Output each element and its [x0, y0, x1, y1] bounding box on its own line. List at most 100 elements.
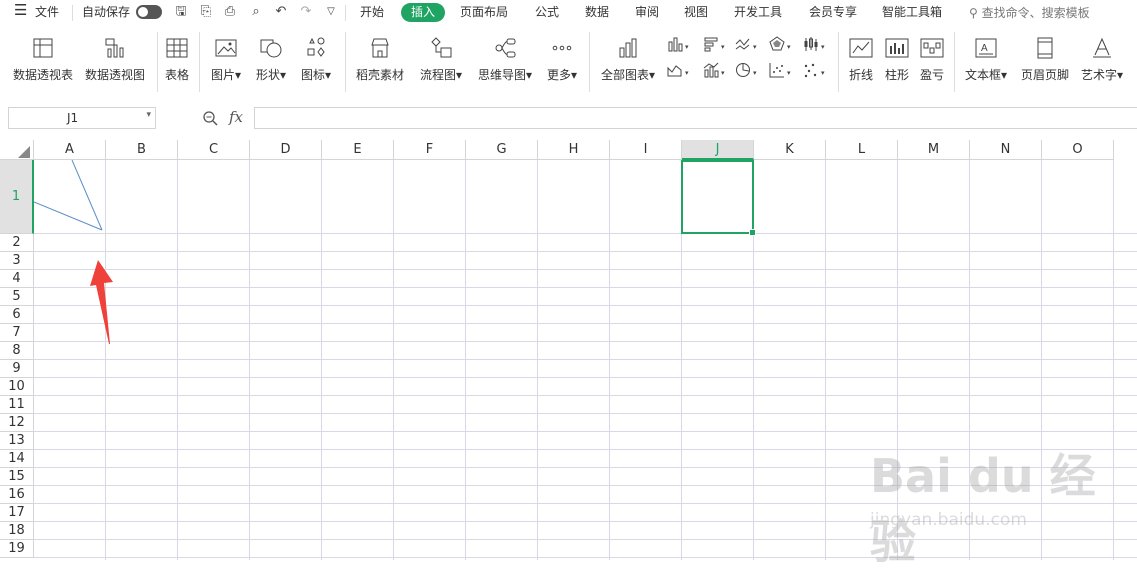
print-preview-icon[interactable]: ⌕	[248, 3, 264, 21]
row-header-13[interactable]: 13	[0, 432, 34, 450]
bubble-chart-icon[interactable]: ▾	[803, 62, 827, 78]
column-header-b[interactable]: B	[106, 140, 178, 160]
row-header-9[interactable]: 9	[0, 360, 34, 378]
row-header-11[interactable]: 11	[0, 396, 34, 414]
more-button[interactable]: 更多▾	[543, 36, 581, 83]
tab-insert[interactable]: 插入	[401, 3, 445, 22]
more-label: 更多▾	[546, 68, 578, 82]
redo-icon[interactable]: ↷	[298, 3, 314, 21]
column-header-l[interactable]: L	[826, 140, 898, 160]
column-header-h[interactable]: H	[538, 140, 610, 160]
row-header-18[interactable]: 18	[0, 522, 34, 540]
flowchart-button[interactable]: 流程图▾	[416, 36, 466, 83]
formula-input[interactable]	[254, 107, 1137, 129]
tab-review[interactable]: 审阅	[635, 4, 659, 20]
sparkline-column-icon	[885, 38, 909, 58]
row-header-10[interactable]: 10	[0, 378, 34, 396]
bar-chart-h-icon[interactable]: ▾	[703, 36, 727, 52]
row-header-3[interactable]: 3	[0, 252, 34, 270]
menu-icon[interactable]: ☰	[14, 2, 27, 18]
format-painter-icon[interactable]: ⎘	[198, 3, 214, 21]
column-header-e[interactable]: E	[322, 140, 394, 160]
mindmap-button[interactable]: 思维导图▾	[474, 36, 536, 83]
column-header-o[interactable]: O	[1042, 140, 1114, 160]
svg-text:A: A	[981, 43, 988, 54]
column-chart-icon[interactable]: ▾	[667, 36, 691, 52]
row-header-15[interactable]: 15	[0, 468, 34, 486]
row-gridline	[34, 233, 1137, 234]
tab-member[interactable]: 会员专享	[809, 4, 857, 20]
row-header-19[interactable]: 19	[0, 540, 34, 558]
tab-smart-toolbox[interactable]: 智能工具箱	[882, 4, 942, 20]
print-icon[interactable]: ⎙	[222, 3, 238, 21]
tab-view[interactable]: 视图	[684, 4, 708, 20]
column-header-a[interactable]: A	[34, 140, 106, 160]
column-header-m[interactable]: M	[898, 140, 970, 160]
tab-formulas[interactable]: 公式	[535, 4, 559, 20]
column-header-n[interactable]: N	[970, 140, 1042, 160]
row-header-4[interactable]: 4	[0, 270, 34, 288]
wordart-button[interactable]: 艺术字▾	[1078, 36, 1126, 83]
pie-chart-icon[interactable]: ▾	[735, 62, 759, 78]
textbox-icon: A	[975, 38, 997, 58]
column-header-g[interactable]: G	[466, 140, 538, 160]
row-header-12[interactable]: 12	[0, 414, 34, 432]
pivot-table-button[interactable]: 数据透视表	[10, 36, 76, 83]
ribbon: 数据透视表 数据透视图 表格 图片▾ 形状▾ 图标▾ 稻壳素材 流程图▾ 思维导…	[0, 26, 1137, 96]
icon-button[interactable]: 图标▾	[297, 36, 335, 83]
picture-button[interactable]: 图片▾	[207, 36, 245, 83]
svg-text:▾: ▾	[821, 69, 825, 77]
column-header-j[interactable]: J	[682, 140, 754, 160]
area-chart-icon[interactable]: ▾	[667, 62, 691, 78]
stock-chart-icon[interactable]: ▾	[803, 36, 827, 52]
pivot-chart-label: 数据透视图	[84, 68, 145, 82]
row-header-14[interactable]: 14	[0, 450, 34, 468]
column-header-d[interactable]: D	[250, 140, 322, 160]
tab-data[interactable]: 数据	[585, 4, 609, 20]
fx-icon[interactable]: fx	[229, 108, 243, 126]
textbox-button[interactable]: A 文本框▾	[962, 36, 1010, 83]
save-icon[interactable]: 🖫	[173, 3, 189, 21]
zoom-formula-icon[interactable]	[202, 110, 218, 126]
row-header-17[interactable]: 17	[0, 504, 34, 522]
row-header-8[interactable]: 8	[0, 342, 34, 360]
sparkline-winloss-button[interactable]: 盈亏	[917, 36, 947, 83]
autosave-toggle[interactable]	[136, 5, 162, 19]
column-header-k[interactable]: K	[754, 140, 826, 160]
header-footer-button[interactable]: 页眉页脚	[1018, 36, 1072, 83]
sparkline-column-button[interactable]: 柱形	[881, 36, 913, 83]
pivot-chart-button[interactable]: 数据透视图	[82, 36, 148, 83]
select-all-corner[interactable]	[0, 140, 34, 160]
row-header-1[interactable]: 1	[0, 160, 34, 234]
tab-developer[interactable]: 开发工具	[734, 4, 782, 20]
divider	[838, 32, 839, 92]
search-box[interactable]: ⚲ 查找命令、搜索模板	[969, 4, 1090, 21]
sparkline-line-button[interactable]: 折线	[845, 36, 877, 83]
file-menu[interactable]: 文件	[35, 4, 59, 20]
name-box[interactable]: J1 ▾	[8, 107, 156, 129]
tab-home[interactable]: 开始	[360, 4, 384, 20]
chevron-down-icon[interactable]: ▾	[146, 110, 151, 120]
table-button[interactable]: 表格	[162, 36, 192, 83]
column-header-c[interactable]: C	[178, 140, 250, 160]
row-header-7[interactable]: 7	[0, 324, 34, 342]
row-header-6[interactable]: 6	[0, 306, 34, 324]
mindmap-label: 思维导图▾	[477, 68, 533, 82]
column-header-i[interactable]: I	[610, 140, 682, 160]
undo-icon[interactable]: ↶	[273, 3, 289, 21]
combo-chart-icon[interactable]: ▾	[703, 62, 727, 78]
row-header-5[interactable]: 5	[0, 288, 34, 306]
line-chart-icon[interactable]: ▾	[735, 36, 759, 52]
shape-button[interactable]: 形状▾	[252, 36, 290, 83]
divider	[589, 32, 590, 92]
column-header-f[interactable]: F	[394, 140, 466, 160]
scatter-chart-icon[interactable]: ▾	[769, 62, 793, 78]
all-charts-button[interactable]: 全部图表▾	[597, 36, 659, 83]
selected-cell-j1[interactable]	[681, 160, 756, 236]
row-header-2[interactable]: 2	[0, 234, 34, 252]
radar-chart-icon[interactable]: ▾	[769, 36, 793, 52]
daoke-material-button[interactable]: 稻壳素材	[353, 36, 407, 83]
customize-icon[interactable]: ▽	[323, 3, 339, 21]
tab-page-layout[interactable]: 页面布局	[460, 4, 508, 20]
row-header-16[interactable]: 16	[0, 486, 34, 504]
